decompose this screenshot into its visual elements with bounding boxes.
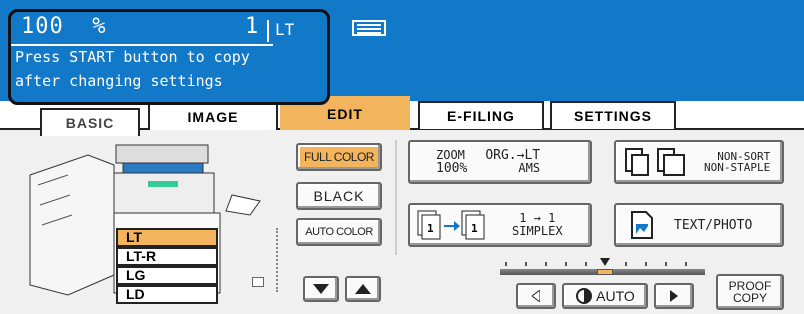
message-line-2: after changing settings xyxy=(15,72,223,90)
zoom-value: 100% xyxy=(436,161,468,176)
paper-tray-ld[interactable]: LD xyxy=(116,285,218,304)
status-display-frame: 100 % 1 LT Press START button to copy af… xyxy=(8,9,330,105)
density-auto-button[interactable]: AUTO xyxy=(562,283,648,309)
panel-divider xyxy=(395,140,397,255)
zoom-button[interactable]: ZOOM 100% ORG.→LT AMS xyxy=(408,140,592,184)
zoom-ratio-text: 100 % xyxy=(21,14,107,39)
job-status-icon[interactable] xyxy=(352,20,386,36)
black-button[interactable]: BLACK xyxy=(296,182,382,210)
original-mode-button[interactable]: TEXT/PHOTO xyxy=(614,203,784,247)
auto-label: AUTO xyxy=(596,288,635,304)
paper-tray-lg[interactable]: LG xyxy=(116,266,218,285)
paper-tray-lt-r[interactable]: LT-R xyxy=(116,247,218,266)
tab-settings[interactable]: SETTINGS xyxy=(550,101,676,129)
simplex-label: SIMPLEX xyxy=(512,224,563,238)
finishing-button[interactable]: NON-SORT NON-STAPLE xyxy=(614,140,784,184)
text-photo-icon xyxy=(631,211,653,239)
paper-tray-lt[interactable]: LT xyxy=(116,228,218,247)
non-staple-label: NON-STAPLE xyxy=(704,161,771,174)
tab-efiling[interactable]: E-FILING xyxy=(418,101,544,129)
copy-quantity-text: 1 xyxy=(245,14,259,39)
sort-pages-icon xyxy=(625,148,685,176)
triangle-down-icon xyxy=(313,284,329,294)
readout-rule xyxy=(11,44,273,46)
tray-scroll-up-button[interactable] xyxy=(345,276,381,302)
tray-scroll-down-button[interactable] xyxy=(303,276,339,302)
message-line-1: Press START button to copy xyxy=(15,48,250,66)
density-lighter-button[interactable] xyxy=(516,283,556,309)
triangle-left-icon xyxy=(532,290,540,302)
svg-text:1: 1 xyxy=(471,222,478,235)
tray-list-scroll-icon xyxy=(252,277,264,287)
tray-bracket xyxy=(268,228,278,292)
quantity-divider xyxy=(267,20,269,42)
density-level-marker xyxy=(597,269,613,275)
triangle-up-icon xyxy=(355,284,371,294)
tab-basic[interactable]: BASIC xyxy=(40,108,140,136)
auto-color-button[interactable]: AUTO COLOR xyxy=(296,218,382,246)
density-darker-button[interactable] xyxy=(654,283,694,309)
copy-label: COPY xyxy=(732,291,767,305)
triangle-right-icon xyxy=(670,290,678,302)
full-color-button[interactable]: FULL COLOR xyxy=(296,143,382,171)
proof-copy-button[interactable]: PROOF COPY xyxy=(716,274,784,310)
zoom-ams-label: AMS xyxy=(518,161,541,175)
tab-image[interactable]: IMAGE xyxy=(148,102,278,130)
density-pointer-icon xyxy=(600,258,610,266)
auto-density-icon xyxy=(576,288,593,304)
svg-text:1: 1 xyxy=(427,222,434,235)
duplex-mode-button[interactable]: 1 1 1 → 1 SIMPLEX xyxy=(408,203,592,247)
simplex-copy-icon: 1 1 xyxy=(417,210,485,240)
paper-size-text: LT xyxy=(275,20,295,39)
text-photo-label: TEXT/PHOTO xyxy=(674,217,753,233)
